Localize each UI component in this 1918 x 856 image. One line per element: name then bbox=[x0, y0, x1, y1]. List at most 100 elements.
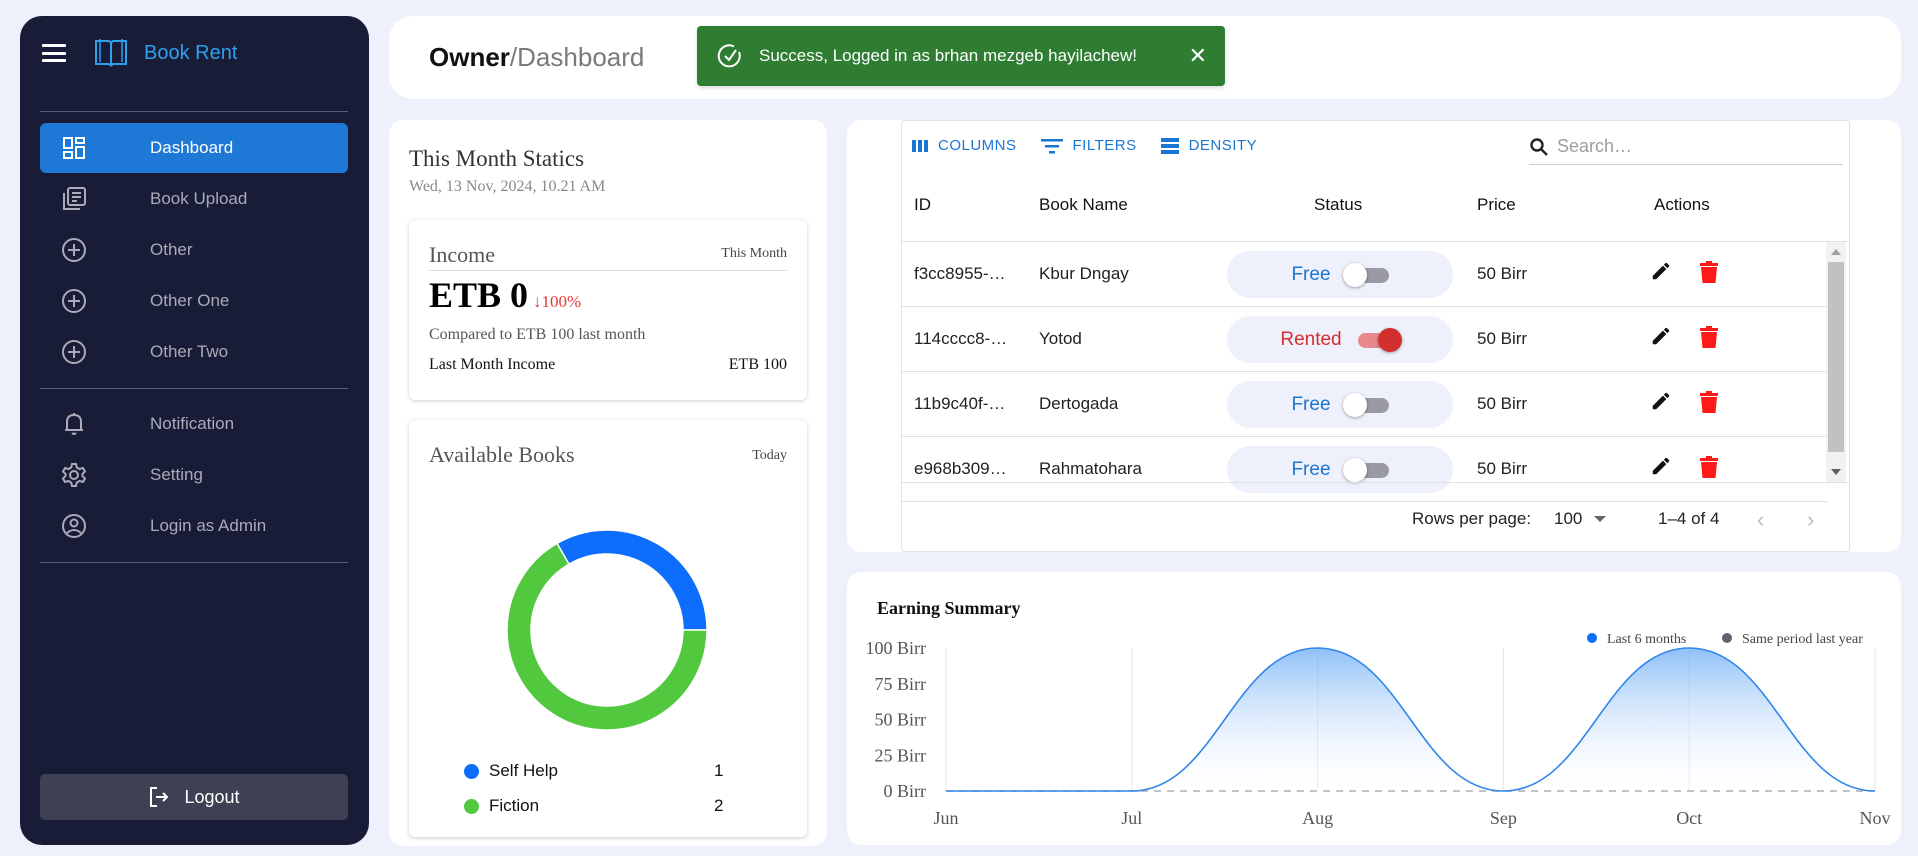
y-tick-label: 0 Birr bbox=[884, 781, 927, 801]
vertical-scrollbar[interactable] bbox=[1826, 242, 1846, 482]
cell-price: 50 Birr bbox=[1477, 329, 1528, 348]
edit-icon[interactable] bbox=[1650, 455, 1672, 482]
sidebar-item-login-as-admin[interactable]: Login as Admin bbox=[40, 501, 348, 551]
status-toggle[interactable]: Free bbox=[1227, 381, 1453, 428]
dropdown-caret-icon bbox=[1594, 516, 1607, 522]
sidebar-item-book-upload[interactable]: Book Upload bbox=[40, 174, 348, 224]
last-month-income-value: ETB 100 bbox=[728, 356, 787, 373]
legend-label[interactable]: Last 6 months bbox=[1607, 632, 1686, 647]
search-input[interactable] bbox=[1557, 136, 1827, 157]
last-month-income-label: Last Month Income bbox=[429, 356, 556, 373]
books-table-panel: COLUMNS FILTERS DENSITY ID Book Name Sta… bbox=[847, 120, 1901, 552]
column-header-id[interactable]: ID bbox=[914, 195, 931, 215]
columns-label: COLUMNS bbox=[938, 137, 1017, 154]
sidebar-item-label: Book Upload bbox=[150, 189, 248, 208]
legend-value: 1 bbox=[714, 761, 724, 780]
delete-icon[interactable] bbox=[1699, 260, 1719, 289]
status-toggle[interactable]: Free bbox=[1227, 251, 1453, 298]
previous-page-button[interactable]: ‹ bbox=[1757, 507, 1764, 533]
delete-icon[interactable] bbox=[1699, 455, 1719, 484]
y-tick-label: 25 Birr bbox=[875, 745, 927, 765]
x-tick-label: Nov bbox=[1860, 808, 1891, 828]
income-compare: Compared to ETB 100 last month bbox=[429, 326, 646, 343]
table-row[interactable]: 11b9c40f-… Dertogada Free 50 Birr bbox=[902, 372, 1827, 437]
cell-id: 11b9c40f-… bbox=[914, 394, 1006, 413]
sidebar-item-label: Other Two bbox=[150, 342, 229, 361]
status-switch[interactable] bbox=[1342, 392, 1389, 417]
table-row[interactable]: f3cc8955-… Kbur Dngay Free 50 Birr bbox=[902, 242, 1827, 307]
search-field[interactable] bbox=[1529, 129, 1843, 165]
cell-book-name: Dertogada bbox=[1039, 394, 1119, 413]
scroll-up-arrow[interactable] bbox=[1831, 249, 1841, 255]
status-toggle[interactable]: Free bbox=[1227, 446, 1453, 493]
status-toggle[interactable]: Rented bbox=[1227, 316, 1453, 363]
next-page-button[interactable]: › bbox=[1807, 507, 1814, 533]
status-switch[interactable] bbox=[1342, 457, 1389, 482]
cell-price: 50 Birr bbox=[1477, 459, 1528, 478]
income-divider bbox=[429, 270, 787, 271]
dashboard-icon bbox=[60, 134, 88, 162]
library-books-icon bbox=[60, 185, 88, 213]
sidebar-item-setting[interactable]: Setting bbox=[40, 450, 348, 500]
logout-button[interactable]: Logout bbox=[40, 774, 348, 820]
column-header-status[interactable]: Status bbox=[1314, 195, 1362, 215]
breadcrumb-owner[interactable]: Owner bbox=[429, 42, 510, 72]
menu-icon[interactable] bbox=[42, 44, 66, 62]
cell-book-name: Yotod bbox=[1039, 329, 1082, 348]
book-logo-icon bbox=[95, 39, 127, 67]
rows-per-page-select[interactable]: 100 bbox=[1554, 509, 1607, 529]
scrollbar-thumb[interactable] bbox=[1828, 262, 1844, 452]
x-tick-label: Aug bbox=[1302, 808, 1333, 828]
footer-divider bbox=[902, 482, 1849, 483]
income-period: This Month bbox=[721, 246, 787, 261]
edit-icon[interactable] bbox=[1650, 260, 1672, 287]
delete-icon[interactable] bbox=[1699, 390, 1719, 419]
switch-knob bbox=[1342, 392, 1367, 417]
status-label: Free bbox=[1291, 393, 1331, 415]
sidebar-item-label: Other One bbox=[150, 291, 230, 310]
legend-dot bbox=[464, 798, 479, 814]
available-books-card: Available Books Today Self Help 1 Fictio… bbox=[409, 420, 807, 837]
legend-item-self-help: Self Help 1 bbox=[464, 761, 724, 781]
legend-marker bbox=[1587, 633, 1597, 643]
status-switch[interactable] bbox=[1342, 262, 1389, 287]
income-change-percent: 100% bbox=[541, 292, 582, 311]
breadcrumb-page: Dashboard bbox=[517, 42, 645, 72]
edit-icon[interactable] bbox=[1650, 325, 1672, 352]
legend-dot bbox=[464, 763, 479, 779]
legend-label: Fiction bbox=[489, 796, 540, 815]
columns-button[interactable]: COLUMNS bbox=[912, 137, 1017, 154]
arrow-down-icon: ↓ bbox=[533, 292, 542, 311]
density-button[interactable]: DENSITY bbox=[1160, 137, 1258, 154]
table-row[interactable]: 114cccc8-… Yotod Rented 50 Birr bbox=[902, 307, 1827, 372]
cell-price: 50 Birr bbox=[1477, 394, 1528, 413]
logout-label: Logout bbox=[184, 786, 240, 807]
sidebar-item-dashboard[interactable]: Dashboard bbox=[40, 123, 348, 173]
edit-icon[interactable] bbox=[1650, 390, 1672, 417]
density-label: DENSITY bbox=[1188, 137, 1258, 154]
sidebar-item-other[interactable]: Other bbox=[40, 225, 348, 275]
books-donut-chart bbox=[506, 529, 708, 731]
x-tick-label: Sep bbox=[1490, 808, 1517, 828]
sidebar-item-other-two[interactable]: Other Two bbox=[40, 327, 348, 377]
cell-price: 50 Birr bbox=[1477, 264, 1528, 283]
legend-label[interactable]: Same period last year bbox=[1742, 632, 1863, 647]
sidebar-item-notification[interactable]: Notification bbox=[40, 399, 348, 449]
status-switch[interactable] bbox=[1354, 327, 1402, 352]
filter-icon bbox=[1040, 138, 1063, 153]
add-circle-icon bbox=[60, 287, 88, 315]
column-header-price[interactable]: Price bbox=[1477, 195, 1516, 215]
sidebar-item-label: Login as Admin bbox=[150, 516, 267, 535]
scroll-down-arrow[interactable] bbox=[1831, 469, 1841, 475]
cell-id: e968b309… bbox=[914, 459, 1007, 478]
sidebar-item-other-one[interactable]: Other One bbox=[40, 276, 348, 326]
income-change: ↓100% bbox=[533, 292, 581, 312]
delete-icon[interactable] bbox=[1699, 325, 1719, 354]
column-header-book-name[interactable]: Book Name bbox=[1039, 195, 1128, 215]
legend-item-fiction: Fiction 2 bbox=[464, 796, 724, 816]
close-icon[interactable]: ✕ bbox=[1189, 43, 1207, 69]
gear-icon bbox=[60, 461, 88, 489]
earning-area-chart: 0 Birr 25 Birr 50 Birr 75 Birr 100 Birr Jun Ju… bbox=[866, 632, 1891, 828]
filters-button[interactable]: FILTERS bbox=[1040, 137, 1137, 154]
table-row[interactable]: e968b309… Rahmatohara Free 50 Birr bbox=[902, 437, 1827, 502]
